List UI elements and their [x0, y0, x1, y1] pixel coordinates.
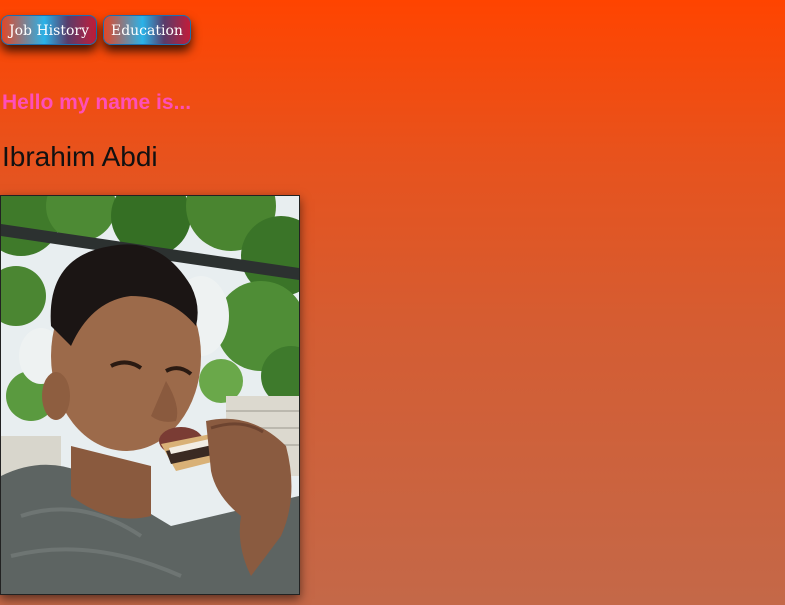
profile-photo-illustration — [1, 196, 299, 594]
education-button[interactable]: Education — [102, 15, 191, 45]
greeting-heading: Hello my name is... — [2, 91, 192, 114]
name-heading: Ibrahim Abdi — [2, 141, 158, 172]
job-history-button[interactable]: Job History — [1, 15, 97, 45]
top-nav: Job History Education — [1, 15, 191, 45]
profile-photo — [0, 195, 300, 595]
